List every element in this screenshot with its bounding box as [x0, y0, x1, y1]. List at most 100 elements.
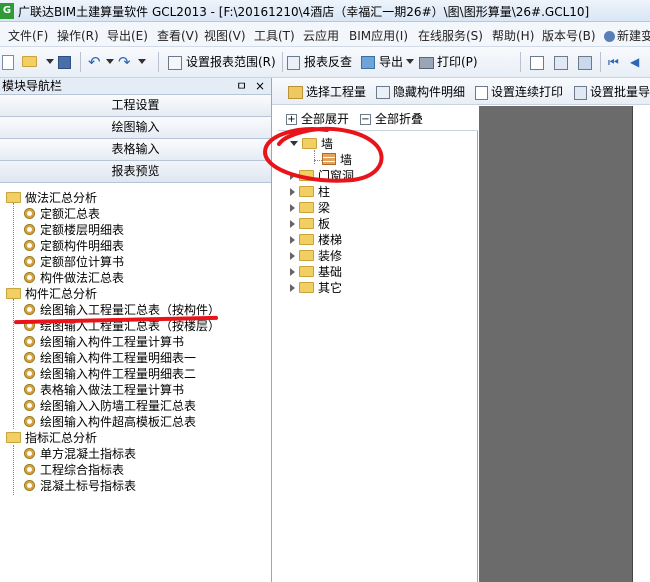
tree-item[interactable]: 定额部位计算书	[24, 254, 124, 270]
redo-dropdown-icon[interactable]	[138, 53, 150, 71]
tree-label: 做法汇总分析	[25, 191, 98, 205]
dropdown-arrow-icon[interactable]	[46, 53, 58, 71]
tree-label: 定额构件明细表	[40, 239, 125, 253]
menu-new-change[interactable]: 新建变更	[604, 27, 650, 44]
tree-item[interactable]: 单方混凝土指标表	[24, 446, 136, 462]
print-button[interactable]: 打印(P)	[419, 53, 478, 71]
menu-version[interactable]: 版本号(B)	[542, 27, 596, 44]
report-gear-icon	[24, 224, 35, 235]
folder-icon	[6, 192, 21, 203]
report-gear-icon	[24, 384, 35, 395]
report-gear-icon	[24, 272, 35, 283]
menu-export[interactable]: 导出(E)	[107, 27, 148, 44]
tree-node-stairs[interactable]: 楼梯	[290, 232, 342, 248]
tree-connector	[13, 445, 14, 495]
hide-detail-button[interactable]: 隐藏构件明细	[376, 83, 465, 101]
tree-node-decoration[interactable]: 装修	[290, 248, 342, 264]
continuous-print-label: 设置连续打印	[491, 85, 564, 99]
title-bar: G 广联达BIM土建算量软件 GCL2013 - [F:\20161210\4酒…	[0, 0, 650, 22]
export-button[interactable]: 导出	[361, 53, 418, 71]
tree-label: 单方混凝土指标表	[40, 447, 137, 461]
report-check-button[interactable]: 报表反查	[287, 53, 352, 71]
tree-item[interactable]: 定额汇总表	[24, 206, 100, 222]
report-toolbar: 选择工程量 隐藏构件明细 设置连续打印 设置批量导	[272, 78, 650, 105]
tree-label: 混凝土标号指标表	[40, 479, 137, 493]
tree-folder-component-summary[interactable]: 构件汇总分析	[6, 286, 97, 302]
menu-file[interactable]: 文件(F)	[8, 27, 48, 44]
tree-item[interactable]: 构件做法汇总表	[24, 270, 124, 286]
menu-view[interactable]: 查看(V)	[157, 27, 199, 44]
open-folder-icon[interactable]	[22, 53, 37, 71]
menu-operate[interactable]: 操作(R)	[57, 27, 99, 44]
tree-item[interactable]: 绘图输入入防墙工程量汇总表	[24, 398, 196, 414]
set-report-range-button[interactable]: 设置报表范围(R)	[168, 53, 276, 71]
toolbar-separator	[600, 52, 601, 72]
two-page-icon[interactable]	[554, 53, 568, 71]
toolbar-separator	[158, 52, 159, 72]
tree-label: 绘图输入工程量汇总表（按构件）	[40, 303, 221, 317]
module-table-input[interactable]: 表格输入	[0, 139, 271, 161]
collapsed-arrow-icon	[290, 268, 295, 276]
folder-icon	[299, 202, 314, 213]
export-icon	[361, 56, 375, 69]
prev-page-icon[interactable]: ◀	[630, 53, 639, 71]
tree-item[interactable]: 工程综合指标表	[24, 462, 124, 478]
hide-detail-icon	[376, 86, 390, 99]
tree-label: 绘图输入构件超高模板汇总表	[40, 415, 197, 429]
tree-node-beam[interactable]: 梁	[290, 200, 330, 216]
tree-item[interactable]: 绘图输入构件工程量计算书	[24, 334, 184, 350]
folder-icon	[299, 266, 314, 277]
tree-node-other[interactable]: 其它	[290, 280, 342, 296]
tree-folder-quota-summary[interactable]: 做法汇总分析	[6, 190, 97, 206]
menu-bar: 文件(F) 操作(R) 导出(E) 查看(V) 视图(V) 工具(T) 云应用 …	[0, 22, 650, 47]
tree-label: 绘图输入构件工程量计算书	[40, 335, 185, 349]
select-icon	[288, 86, 303, 99]
undo-icon[interactable]: ↶	[88, 53, 101, 71]
tree-label: 定额楼层明细表	[40, 223, 125, 237]
tree-item[interactable]: 绘图输入构件超高模板汇总表	[24, 414, 196, 430]
menu-tools[interactable]: 工具(T)	[254, 27, 295, 44]
menu-cloud[interactable]: 云应用	[303, 27, 339, 44]
set-continuous-print-button[interactable]: 设置连续打印	[475, 83, 563, 101]
tree-folder-index-summary[interactable]: 指标汇总分析	[6, 430, 97, 446]
redo-icon[interactable]: ↷	[118, 53, 131, 71]
menu-bim[interactable]: BIM应用(I)	[349, 27, 408, 44]
tree-item[interactable]: 绘图输入构件工程量明细表一	[24, 350, 196, 366]
tree-label: 定额部位计算书	[40, 255, 125, 269]
tree-item[interactable]: 表格输入做法工程量计算书	[24, 382, 184, 398]
tree-node-slab[interactable]: 板	[290, 216, 330, 232]
module-drawing-input[interactable]: 绘图输入	[0, 117, 271, 139]
single-page-icon[interactable]	[530, 53, 544, 71]
save-icon[interactable]	[58, 53, 71, 71]
menu-help[interactable]: 帮助(H)	[492, 27, 534, 44]
menu-online[interactable]: 在线服务(S)	[418, 27, 483, 44]
set-report-range-label: 设置报表范围(R)	[186, 55, 276, 69]
report-preview-area	[479, 106, 650, 582]
menu-view2[interactable]: 视图(V)	[204, 27, 246, 44]
tree-item[interactable]: 绘图输入构件工程量明细表二	[24, 366, 196, 382]
undo-dropdown-icon[interactable]	[106, 53, 118, 71]
tree-item[interactable]: 混凝土标号指标表	[24, 478, 136, 494]
module-report-preview[interactable]: 报表预览	[0, 161, 271, 183]
print-label: 打印(P)	[437, 55, 478, 69]
pin-icon[interactable]: ㅁ	[236, 78, 247, 95]
tree-connector	[13, 203, 14, 285]
first-page-icon[interactable]: ⏮	[608, 53, 619, 71]
set-batch-export-button[interactable]: 设置批量导	[574, 83, 650, 101]
report-gear-icon	[24, 480, 35, 491]
tree-node-foundation[interactable]: 基础	[290, 264, 342, 280]
close-icon[interactable]: ×	[255, 78, 265, 95]
tree-label: 楼梯	[318, 233, 343, 247]
report-gear-icon	[24, 416, 35, 427]
multi-page-icon[interactable]	[578, 53, 592, 71]
tree-label: 装修	[318, 249, 343, 263]
tree-item[interactable]: 定额构件明细表	[24, 238, 124, 254]
new-file-icon[interactable]	[2, 53, 14, 71]
folder-icon	[6, 288, 21, 299]
report-gear-icon	[24, 208, 35, 219]
module-project-settings[interactable]: 工程设置	[0, 95, 271, 117]
report-gear-icon	[24, 464, 35, 475]
report-range-icon	[168, 55, 182, 70]
tree-item[interactable]: 定额楼层明细表	[24, 222, 124, 238]
select-quantity-button[interactable]: 选择工程量	[288, 83, 366, 101]
